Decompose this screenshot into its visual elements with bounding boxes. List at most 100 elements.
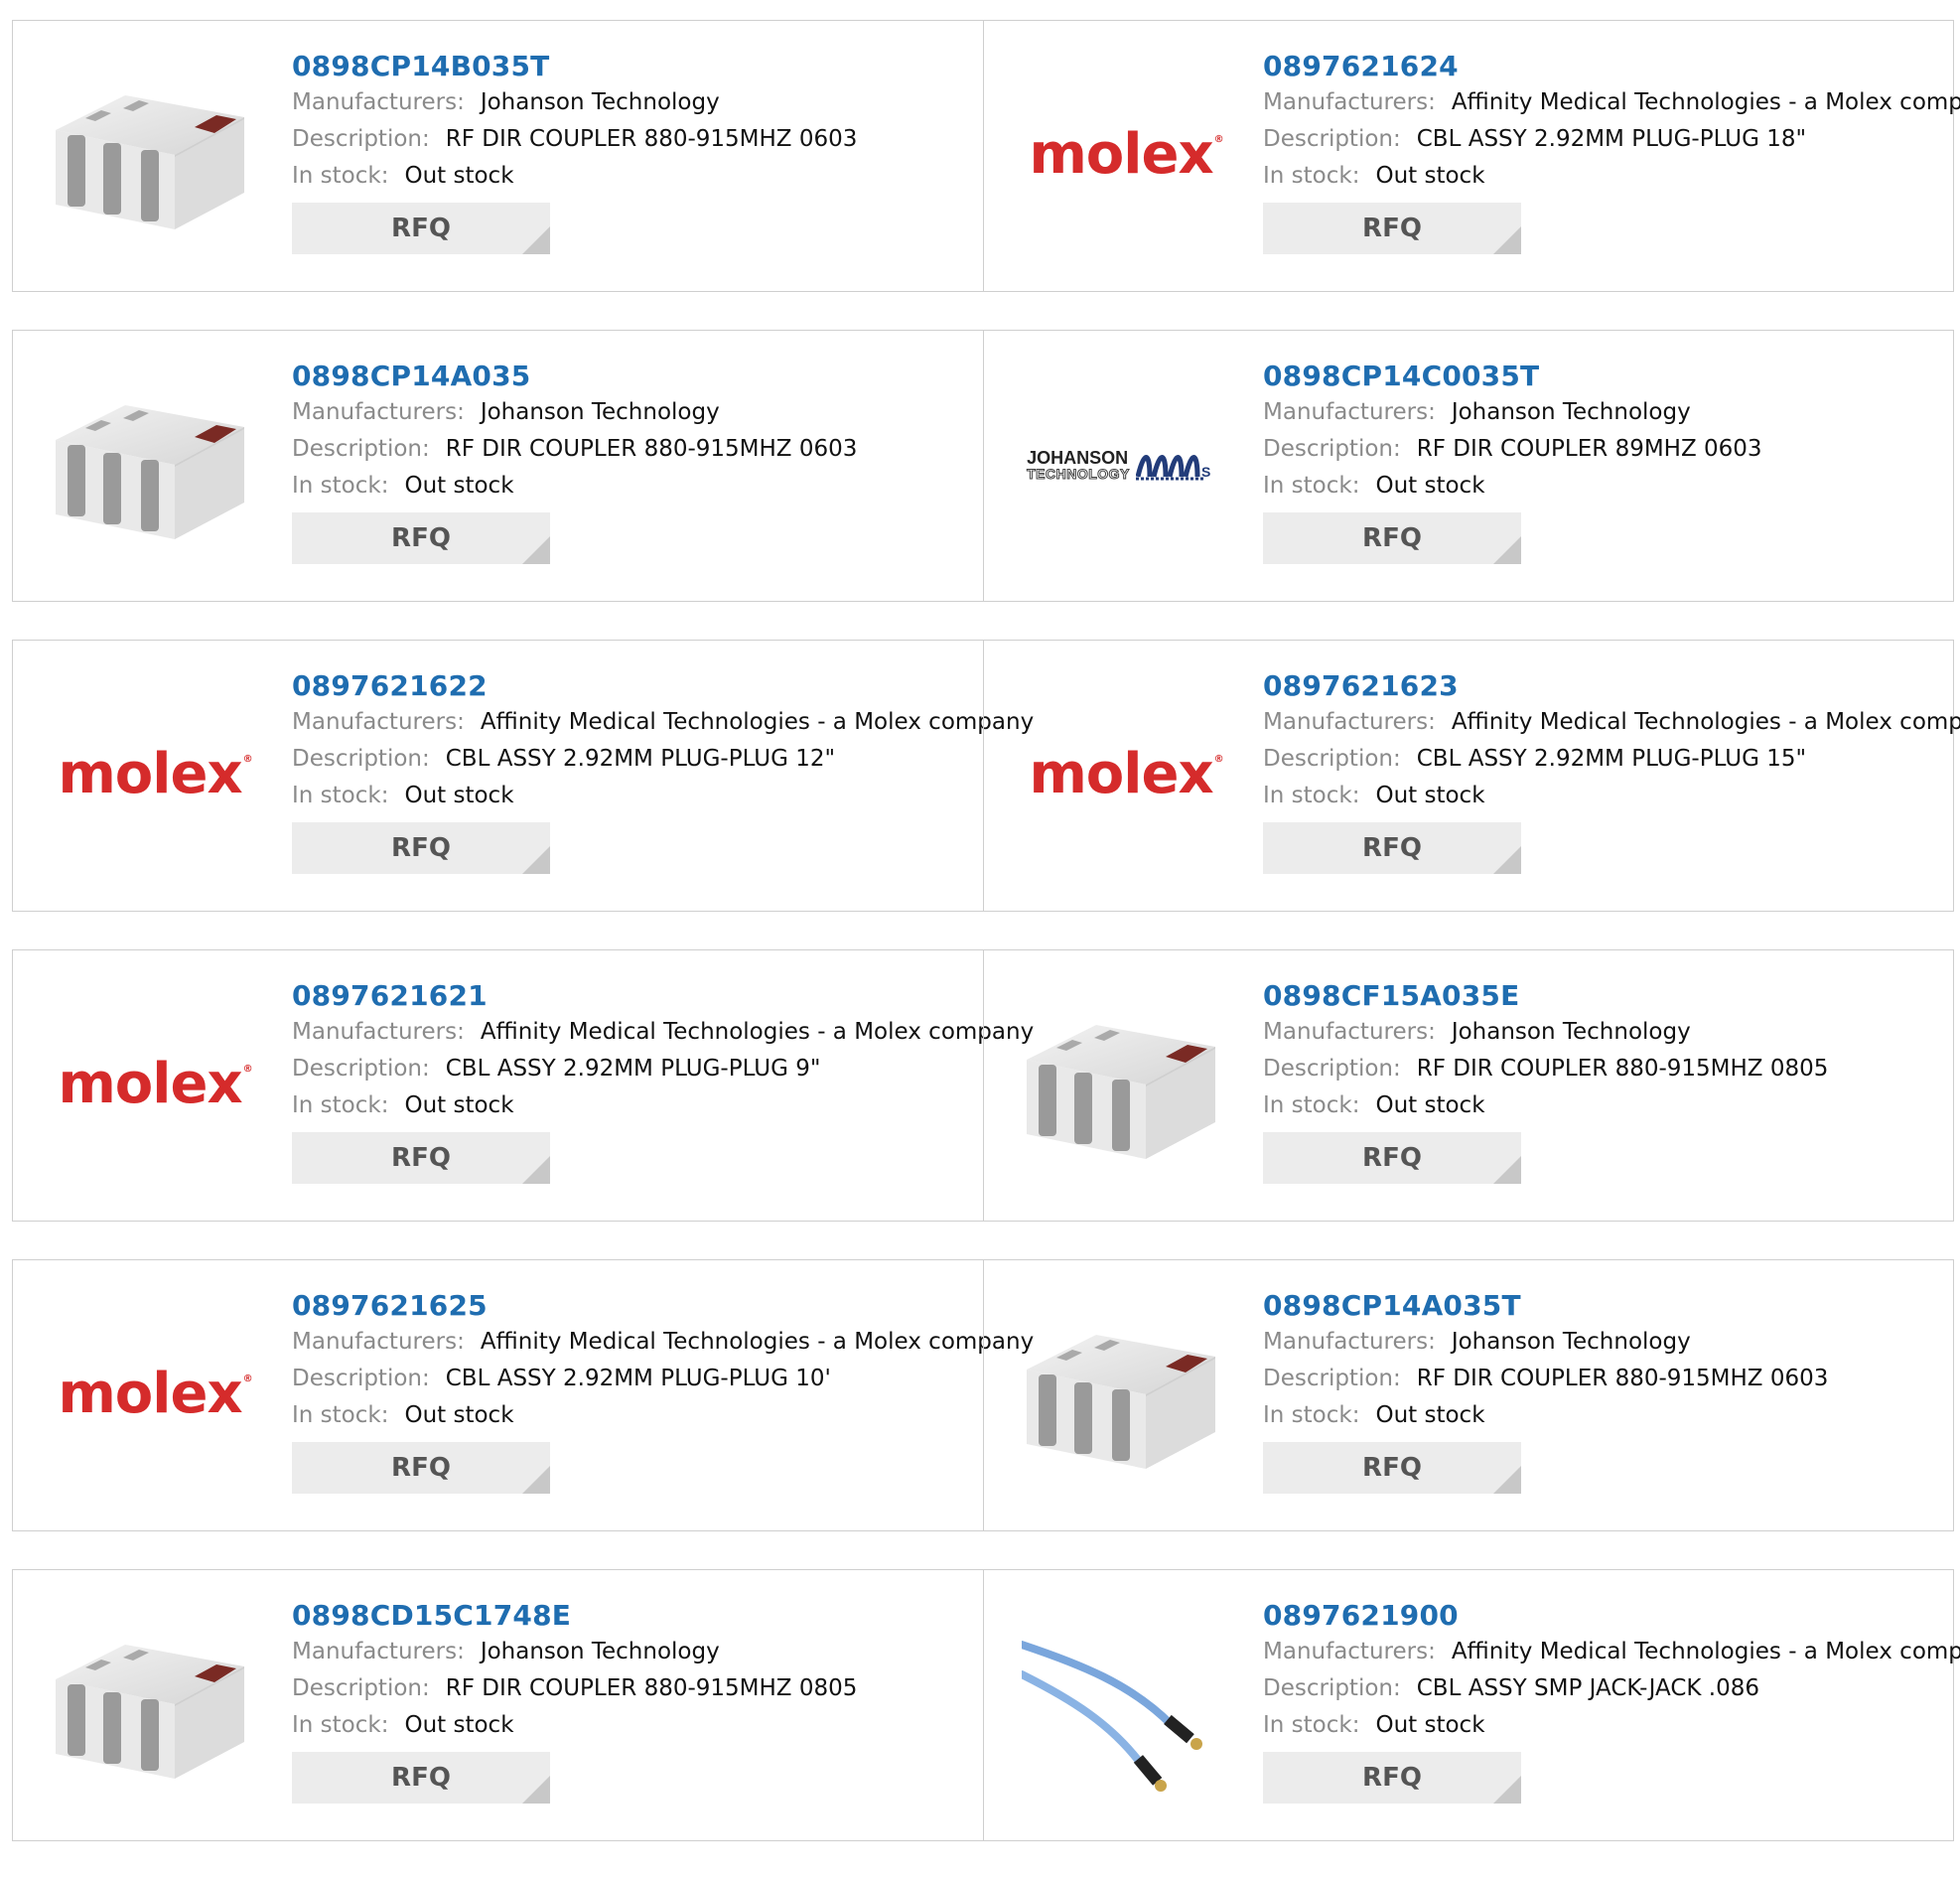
rfq-button[interactable]: RFQ	[292, 1132, 550, 1184]
product-image[interactable]: molex ®	[41, 1290, 259, 1499]
product-info: 0897621623 Manufacturers: Affinity Medica…	[1263, 668, 1960, 874]
description-value: RF DIR COUPLER 880-915MHZ 0603	[1416, 1366, 1829, 1391]
part-number-link[interactable]: 0898CP14B035T	[292, 49, 983, 84]
part-number-link[interactable]: 0897621900	[1263, 1598, 1953, 1634]
product-card: molex ® 0897621622 Manufacturers: Affinity…	[13, 641, 1034, 911]
manufacturers-label: Manufacturers:	[1263, 709, 1436, 735]
manufacturer-value: Affinity Medical Technologies - a Molex …	[480, 1329, 1035, 1355]
molex-logo: molex ®	[1029, 742, 1223, 806]
part-number-link[interactable]: 0898CP14C0035T	[1263, 359, 1953, 394]
part-number-link[interactable]: 0898CF15A035E	[1263, 978, 1953, 1014]
product-row: 0898CP14A035 Manufacturers: Johanson Tech…	[12, 330, 1954, 602]
product-image[interactable]	[1012, 1600, 1230, 1808]
stock-label: In stock:	[1263, 1402, 1360, 1428]
part-number-link[interactable]: 0898CD15C1748E	[292, 1598, 983, 1634]
stock-line: In stock: Out stock	[1263, 1397, 1953, 1434]
product-image[interactable]: molex ®	[41, 670, 259, 879]
product-card: molex ® 0897621624 Manufacturers: Affinity…	[983, 21, 1960, 291]
stock-value: Out stock	[404, 1092, 514, 1118]
product-info: 0897621621 Manufacturers: Affinity Medica…	[292, 978, 1034, 1184]
molex-logo: molex ®	[58, 742, 252, 806]
product-info: 0897621622 Manufacturers: Affinity Medica…	[292, 668, 1034, 874]
part-number-link[interactable]: 0897621621	[292, 978, 983, 1014]
manufacturer-value: Affinity Medical Technologies - a Molex …	[1451, 89, 1960, 115]
rfq-button[interactable]: RFQ	[292, 1752, 550, 1804]
description-label: Description:	[292, 126, 430, 152]
stock-value: Out stock	[1375, 1402, 1485, 1428]
part-number-link[interactable]: 0897621623	[1263, 668, 1953, 704]
rfq-button[interactable]: RFQ	[292, 512, 550, 564]
part-number-link[interactable]: 0898CP14A035	[292, 359, 983, 394]
rfq-button[interactable]: RFQ	[292, 1442, 550, 1494]
product-image[interactable]	[1012, 980, 1230, 1189]
rfq-button[interactable]: RFQ	[1263, 512, 1521, 564]
product-card: molex ® 0897621623 Manufacturers: Affinity…	[983, 641, 1960, 911]
product-info: 0898CP14A035T Manufacturers: Johanson Tec…	[1263, 1288, 1953, 1494]
rfq-button[interactable]: RFQ	[292, 203, 550, 254]
rfq-button[interactable]: RFQ	[1263, 1442, 1521, 1494]
part-number-link[interactable]: 0897621625	[292, 1288, 983, 1324]
chip-icon	[56, 95, 244, 229]
rfq-button[interactable]: RFQ	[1263, 1132, 1521, 1184]
stock-label: In stock:	[292, 1092, 389, 1118]
description-label: Description:	[292, 1056, 430, 1082]
part-number-link[interactable]: 0898CP14A035T	[1263, 1288, 1953, 1324]
rfq-button[interactable]: RFQ	[1263, 1752, 1521, 1804]
product-image[interactable]	[1012, 1290, 1230, 1499]
product-info: 0898CP14C0035T Manufacturers: Johanson Te…	[1263, 359, 1953, 564]
manufacturers-label: Manufacturers:	[292, 1329, 465, 1355]
stock-line: In stock: Out stock	[292, 158, 983, 195]
product-info: 0897621624 Manufacturers: Affinity Medica…	[1263, 49, 1960, 254]
description-line: Description: CBL ASSY SMP JACK-JACK .086	[1263, 1670, 1953, 1707]
stock-label: In stock:	[1263, 163, 1360, 189]
manufacturer-value: Johanson Technology	[480, 399, 720, 425]
stock-value: Out stock	[1375, 1712, 1485, 1738]
product-image[interactable]: molex ®	[1012, 51, 1230, 259]
product-row: molex ® 0897621621 Manufacturers: Affinity…	[12, 949, 1954, 1222]
chip-icon	[1027, 1335, 1215, 1469]
manufacturer-line: Manufacturers: Johanson Technology	[1263, 394, 1953, 431]
description-label: Description:	[292, 1675, 430, 1701]
manufacturer-line: Manufacturers: Johanson Technology	[1263, 1324, 1953, 1361]
product-card: JOHANSON TECHNOLOGY S 0898CP14C0035T Manu…	[983, 331, 1953, 601]
description-value: CBL ASSY 2.92MM PLUG-PLUG 10'	[445, 1366, 831, 1391]
manufacturer-line: Manufacturers: Johanson Technology	[292, 394, 983, 431]
stock-label: In stock:	[1263, 783, 1360, 808]
stock-line: In stock: Out stock	[1263, 1087, 1953, 1124]
manufacturer-value: Affinity Medical Technologies - a Molex …	[480, 709, 1035, 735]
description-value: CBL ASSY 2.92MM PLUG-PLUG 15"	[1416, 746, 1807, 772]
product-info: 0898CD15C1748E Manufacturers: Johanson Te…	[292, 1598, 983, 1804]
description-line: Description: CBL ASSY 2.92MM PLUG-PLUG 12…	[292, 741, 983, 778]
stock-label: In stock:	[292, 163, 389, 189]
description-label: Description:	[1263, 436, 1401, 462]
description-line: Description: CBL ASSY 2.92MM PLUG-PLUG 9"	[292, 1051, 983, 1087]
manufacturers-label: Manufacturers:	[1263, 1639, 1436, 1664]
product-image[interactable]	[41, 361, 259, 569]
description-line: Description: RF DIR COUPLER 880-915MHZ 06…	[292, 121, 983, 158]
product-image[interactable]	[41, 51, 259, 259]
stock-value: Out stock	[404, 1712, 514, 1738]
stock-line: In stock: Out stock	[1263, 1707, 1953, 1744]
manufacturers-label: Manufacturers:	[292, 399, 465, 425]
manufacturer-value: Johanson Technology	[480, 1639, 720, 1664]
manufacturers-label: Manufacturers:	[1263, 1329, 1436, 1355]
product-image[interactable]: molex ®	[1012, 670, 1230, 879]
product-row: molex ® 0897621622 Manufacturers: Affinity…	[12, 640, 1960, 912]
product-image[interactable]: molex ®	[41, 980, 259, 1189]
product-image[interactable]: JOHANSON TECHNOLOGY S	[1012, 361, 1230, 569]
johanson-logo: JOHANSON TECHNOLOGY S	[1027, 447, 1215, 483]
rfq-button[interactable]: RFQ	[292, 822, 550, 874]
manufacturer-value: Johanson Technology	[1451, 1329, 1691, 1355]
part-number-link[interactable]: 0897621622	[292, 668, 983, 704]
stock-value: Out stock	[404, 473, 514, 499]
rfq-button[interactable]: RFQ	[1263, 822, 1521, 874]
product-info: 0898CP14A035 Manufacturers: Johanson Tech…	[292, 359, 983, 564]
part-number-link[interactable]: 0897621624	[1263, 49, 1953, 84]
waves-icon: S	[1135, 455, 1210, 481]
product-image[interactable]	[41, 1600, 259, 1808]
stock-value: Out stock	[404, 163, 514, 189]
description-label: Description:	[292, 746, 430, 772]
rfq-button[interactable]: RFQ	[1263, 203, 1521, 254]
chip-icon	[56, 405, 244, 539]
stock-label: In stock:	[1263, 1092, 1360, 1118]
